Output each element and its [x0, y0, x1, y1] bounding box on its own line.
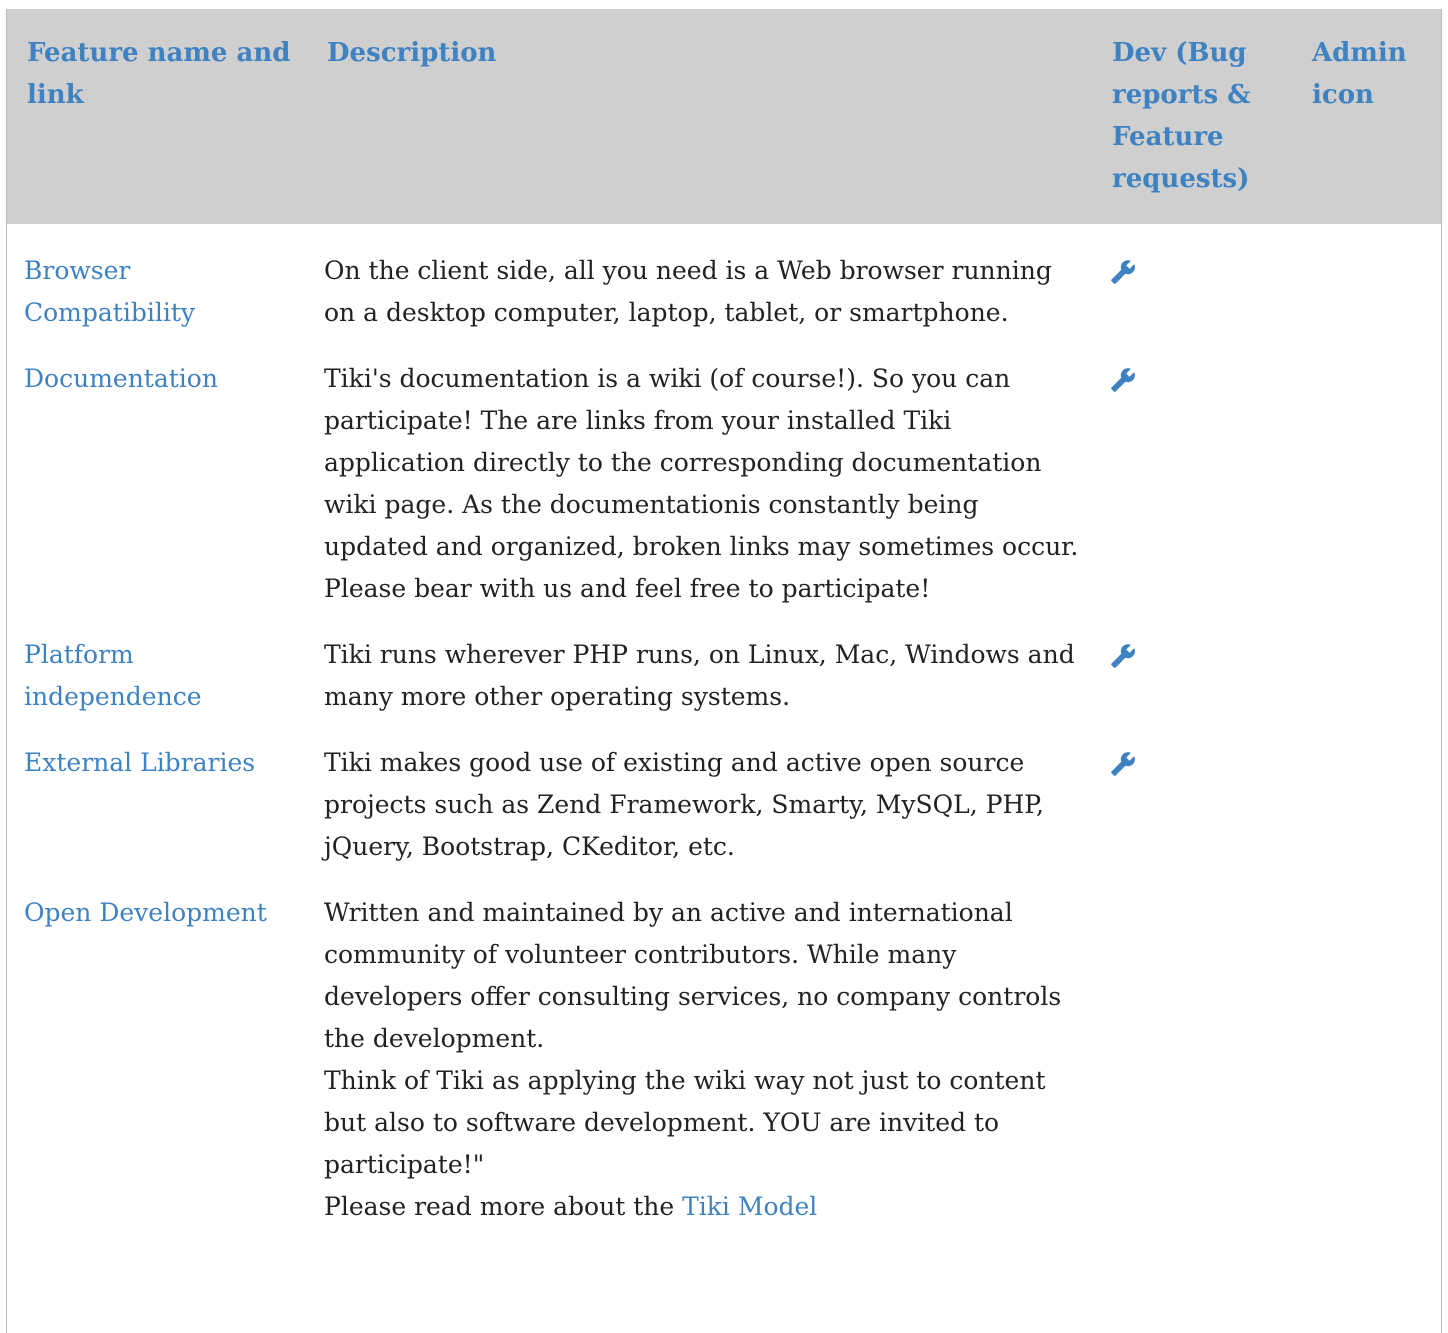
feature-link-documentation[interactable]: Documentation	[24, 364, 218, 393]
table-row: Browser Compatibility On the client side…	[7, 224, 1441, 346]
description-cell: Tiki runs wherever PHP runs, on Linux, M…	[324, 640, 1075, 711]
feature-link-open-development[interactable]: Open Development	[24, 898, 267, 927]
header-dev-label[interactable]: Dev (Bug reports & Feature requests)	[1112, 38, 1251, 194]
header-admin-icon[interactable]: Admin icon	[1292, 9, 1441, 224]
dev-cell	[1092, 880, 1292, 1240]
wrench-icon[interactable]	[1110, 367, 1136, 393]
header-dev[interactable]: Dev (Bug reports & Feature requests)	[1092, 9, 1292, 224]
wrench-icon[interactable]	[1110, 643, 1136, 669]
feature-link-platform-independence[interactable]: Platform independence	[24, 640, 202, 711]
dev-cell	[1092, 346, 1292, 622]
wrench-icon[interactable]	[1110, 751, 1136, 777]
read-more-line: Please read more about the Tiki Model	[324, 1186, 1082, 1228]
feature-link-browser-compatibility[interactable]: Browser Compatibility	[24, 256, 195, 327]
description-cell: Written and maintained by an active and …	[307, 880, 1092, 1240]
dev-cell	[1092, 622, 1292, 730]
feature-link-external-libraries[interactable]: External Libraries	[24, 748, 255, 777]
wrench-icon[interactable]	[1110, 259, 1136, 285]
feature-cell: Platform independence	[7, 622, 307, 730]
admin-cell	[1292, 730, 1441, 880]
feature-cell: Open Development	[7, 880, 307, 1240]
dev-cell	[1092, 730, 1292, 880]
description-cell: On the client side, all you need is a We…	[324, 256, 1052, 327]
table-row: Open Development Written and maintained …	[7, 880, 1441, 1240]
description-cell: Tiki makes good use of existing and acti…	[324, 748, 1044, 861]
header-description[interactable]: Description	[307, 9, 1092, 224]
table-row: Platform independence Tiki runs wherever…	[7, 622, 1441, 730]
admin-cell	[1292, 224, 1441, 346]
tiki-model-link[interactable]: Tiki Model	[682, 1192, 817, 1221]
description-paragraph: Written and maintained by an active and …	[324, 898, 1062, 1053]
description-cell: Tiki's documentation is a wiki (of cours…	[324, 364, 1079, 603]
read-more-prefix: Please read more about the	[324, 1192, 683, 1221]
feature-cell: External Libraries	[7, 730, 307, 880]
admin-cell	[1292, 346, 1441, 622]
features-table-frame: Feature name and link Description Dev (B…	[6, 9, 1442, 1333]
admin-cell	[1292, 622, 1441, 730]
table-header-row: Feature name and link Description Dev (B…	[7, 9, 1441, 224]
feature-cell: Browser Compatibility	[7, 224, 307, 346]
admin-cell	[1292, 880, 1441, 1240]
header-admin-label[interactable]: Admin icon	[1312, 38, 1407, 110]
table-row: Documentation Tiki's documentation is a …	[7, 346, 1441, 622]
header-feature-name[interactable]: Feature name and link	[7, 9, 307, 224]
features-table: Feature name and link Description Dev (B…	[7, 9, 1441, 1240]
description-paragraph: Think of Tiki as applying the wiki way n…	[324, 1066, 1046, 1179]
feature-cell: Documentation	[7, 346, 307, 622]
table-row: External Libraries Tiki makes good use o…	[7, 730, 1441, 880]
header-description-label[interactable]: Description	[327, 38, 496, 68]
dev-cell	[1092, 224, 1292, 346]
header-feature-name-label[interactable]: Feature name and link	[27, 38, 290, 110]
